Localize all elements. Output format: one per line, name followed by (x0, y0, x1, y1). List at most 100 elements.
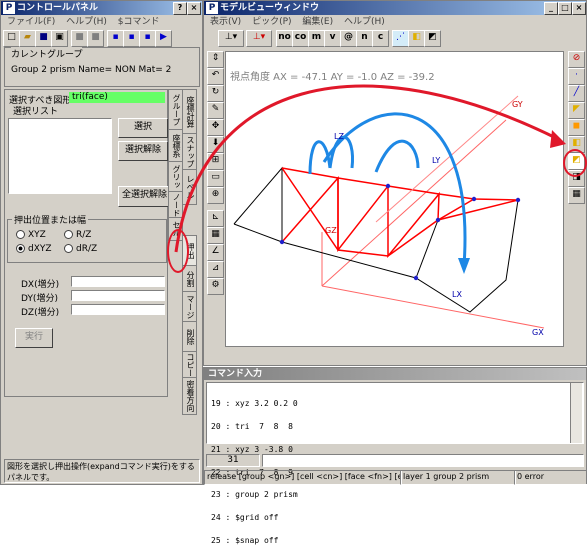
axis-label-ly: LY (432, 156, 441, 165)
no-entry-icon[interactable]: ⊘ (568, 51, 585, 68)
command-input[interactable] (262, 454, 584, 467)
select-list-label: 選択リスト (13, 107, 59, 117)
model-node (471, 196, 477, 202)
node-network-icon[interactable]: ⋰ (392, 30, 409, 47)
radio-xyz[interactable]: XYZ (16, 230, 46, 240)
menu-help[interactable]: ヘルプ(H) (66, 17, 107, 27)
axis-select-icon[interactable]: ⊥▾ (218, 30, 244, 47)
gray-block-2-icon[interactable]: ■ (87, 30, 104, 47)
close-button[interactable]: × (187, 2, 201, 15)
execute-button[interactable]: 実行 (15, 328, 53, 348)
disk-icon[interactable]: ▣ (51, 30, 68, 47)
no-button[interactable]: no (276, 30, 293, 47)
yellow-face-icon[interactable]: ◤ (568, 102, 585, 119)
open-folder-icon[interactable]: ▰ (19, 30, 36, 47)
tab-delete[interactable]: 削除 (182, 321, 197, 353)
select-shape-field[interactable]: tri(face) (69, 92, 165, 103)
save-icon[interactable]: ■ (35, 30, 52, 47)
blue-dot-3-icon[interactable]: ▪ (139, 30, 156, 47)
blue-dot-2-icon[interactable]: ▪ (123, 30, 140, 47)
select-button[interactable]: 選択 (118, 118, 168, 138)
control-panel-toolbar: □ ▰ ■ ▣ ■ ■ ▪ ▪ ▪ ▶ (3, 30, 201, 47)
radio-dxyz[interactable]: dXYZ (16, 244, 52, 254)
tab-copy[interactable]: コピー (182, 351, 197, 379)
menu-help[interactable]: ヘルプ(H) (344, 17, 385, 27)
blue-arrow-4 (322, 112, 467, 267)
tab-split[interactable]: 分割 (182, 265, 197, 293)
rotate-icon[interactable]: ↶ (207, 68, 224, 85)
tab-level[interactable]: レベル (182, 169, 197, 205)
new-file-icon[interactable]: □ (3, 30, 20, 47)
c-button[interactable]: c (372, 30, 389, 47)
pen-icon[interactable]: ✎ (207, 102, 224, 119)
dy-field[interactable] (71, 290, 165, 301)
axis-select-red-icon[interactable]: ⊥▾ (246, 30, 272, 47)
measure-icon[interactable]: ⊾ (207, 210, 224, 227)
dx-field[interactable] (71, 276, 165, 287)
yellow-cube-icon[interactable]: ◧ (408, 30, 425, 47)
deselect-button[interactable]: 選択解除 (118, 141, 168, 161)
play-icon[interactable]: ▶ (155, 30, 172, 47)
m-button[interactable]: m (308, 30, 325, 47)
blue-dot-icon[interactable]: ▪ (107, 30, 124, 47)
axis-rotate-icon[interactable]: ⇕ (207, 51, 224, 68)
zoom-icon[interactable]: ⊞ (207, 153, 224, 170)
blue-node-icon[interactable]: · (568, 68, 585, 85)
rotate-z-icon[interactable]: ↻ (207, 85, 224, 102)
command-history[interactable]: 19 : xyz 3.2 0.2 0 20 : tri 7 8 8 21 : x… (206, 382, 584, 544)
command-scrollbar[interactable] (570, 383, 582, 443)
tab-node[interactable]: ノード (168, 191, 183, 219)
gray-block-icon[interactable]: ■ (71, 30, 88, 47)
tab-grid[interactable]: グリッド (168, 161, 183, 193)
radio-drz[interactable]: dR/Z (64, 244, 97, 254)
menu-view[interactable]: 表示(V) (210, 17, 241, 27)
angle-icon[interactable]: ∠ (207, 244, 224, 261)
color-cube-icon[interactable]: ◩ (424, 30, 441, 47)
select-list[interactable] (8, 118, 112, 194)
move-down-icon[interactable]: ⬇ (207, 136, 224, 153)
tab-coordinate-calc[interactable]: 座標計算 (182, 89, 197, 135)
menu-edit[interactable]: 編集(E) (302, 17, 333, 27)
help-button[interactable]: ? (173, 2, 187, 15)
dz-field[interactable] (71, 304, 165, 315)
menu-command[interactable]: $コマンド (118, 17, 160, 27)
tab-adhere-direction[interactable]: 密着方向 (182, 377, 197, 415)
radio-rz[interactable]: R/Z (64, 230, 91, 240)
settings-icon[interactable]: ⚙ (207, 278, 224, 295)
menu-pick[interactable]: ピック(P) (252, 17, 291, 27)
blue-edge-icon[interactable]: ╱ (568, 85, 585, 102)
annotation-oval-selected-cube (563, 149, 587, 177)
radio-dxyz-label: dXYZ (28, 244, 52, 254)
grid-icon[interactable]: ▦ (207, 227, 224, 244)
minimize-button[interactable]: _ (544, 2, 558, 15)
command-line: 25 : $snap off (211, 535, 279, 545)
co-button[interactable]: co (292, 30, 309, 47)
command-line: 19 : xyz 3.2 0.2 0 (211, 399, 298, 409)
deselect-all-button[interactable]: 全選択解除 (118, 186, 171, 207)
pan-icon[interactable]: ✥ (207, 119, 224, 136)
tab-snap[interactable]: スナップ (182, 133, 197, 171)
maximize-button[interactable]: □ (558, 2, 572, 15)
dy-label: DY(増分) (21, 294, 58, 304)
axis-label-gx: GX (532, 328, 544, 337)
v-button[interactable]: v (324, 30, 341, 47)
close-button[interactable]: × (572, 2, 586, 15)
model-edge-red (281, 167, 519, 201)
menu-file[interactable]: ファイル(F) (7, 17, 55, 27)
tab-coordinate-system[interactable]: 座標系 (168, 129, 183, 163)
tab-merge[interactable]: マージ (182, 291, 197, 323)
target-icon[interactable]: ⊕ (207, 187, 224, 204)
model-edge-black-2 (281, 199, 519, 313)
model-canvas[interactable]: 視点角度 AX = -47.1 AY = -1.0 AZ = -39.2 GZ … (225, 51, 564, 347)
tab-group[interactable]: グループ (168, 89, 183, 131)
at-button[interactable]: @ (340, 30, 357, 47)
extrude-group-box: 押出位置または幅 XYZ R/Z dXYZ dR/Z (7, 213, 167, 263)
grid-cube-icon[interactable]: ▦ (568, 187, 585, 204)
model-node (435, 217, 441, 223)
command-line: 20 : tri 7 8 8 (211, 421, 293, 431)
axis-label-lx: LX (452, 290, 462, 299)
n-button[interactable]: n (356, 30, 373, 47)
node-tool-icon[interactable]: ⊿ (207, 261, 224, 278)
zoom-box-icon[interactable]: ▭ (207, 170, 224, 187)
orange-face-icon[interactable]: ◼ (568, 119, 585, 136)
